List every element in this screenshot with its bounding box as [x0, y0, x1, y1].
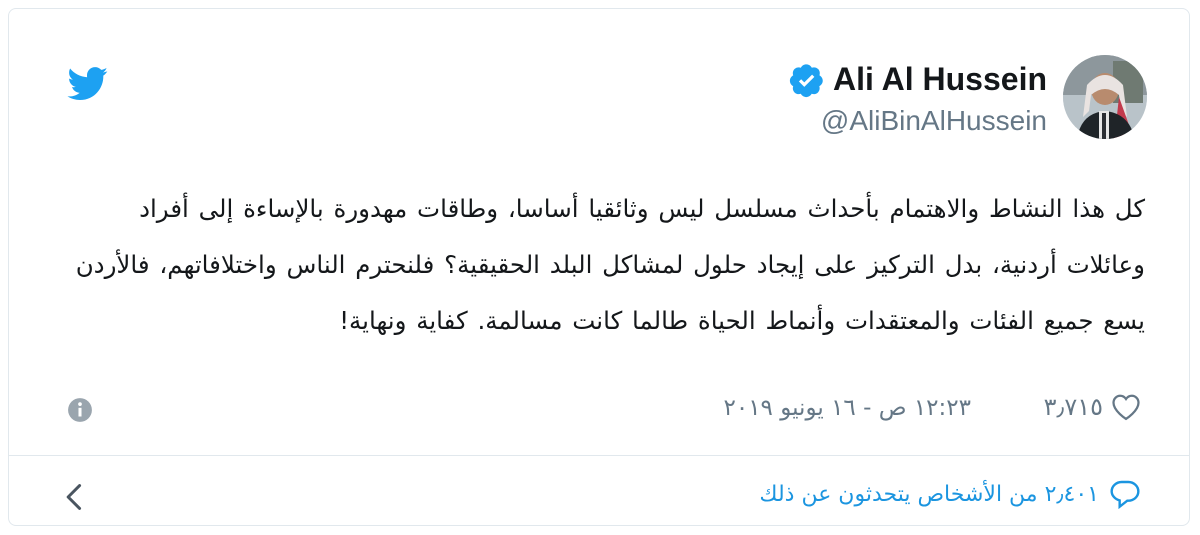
like-action[interactable]: ٣٫٧١٥ [1044, 393, 1141, 421]
author-name-row[interactable]: Ali Al Hussein [789, 61, 1047, 98]
comment-icon [1110, 480, 1140, 509]
divider [9, 455, 1189, 456]
conversation-count-text: ٢٫٤٠١ من الأشخاص يتحدثون عن ذلك [759, 481, 1099, 507]
like-count: ٣٫٧١٥ [1043, 393, 1103, 421]
avatar-image [1063, 55, 1147, 139]
chevron-left-icon[interactable] [61, 481, 89, 513]
avatar[interactable] [1063, 55, 1147, 139]
twitter-bird-icon[interactable] [67, 67, 109, 101]
tweet-text: كل هذا النشاط والاهتمام بأحداث مسلسل ليس… [75, 194, 1145, 335]
info-icon[interactable] [67, 397, 93, 423]
tweet-timestamp[interactable]: ١٢:٢٣ ص - ١٦ يونيو ٢٠١٩ [724, 395, 972, 421]
author-display-name[interactable]: Ali Al Hussein [833, 61, 1047, 98]
tweet-meta: ٣٫٧١٥ ١٢:٢٣ ص - ١٦ يونيو ٢٠١٩ [63, 393, 1141, 433]
tweet-embed-card: Ali Al Hussein @AliBinAlHussein كل هذا ا… [8, 8, 1190, 526]
conversation-link[interactable]: ٢٫٤٠١ من الأشخاص يتحدثون عن ذلك [759, 479, 1141, 509]
heart-icon [1112, 394, 1140, 421]
tweet-footer: ٢٫٤٠١ من الأشخاص يتحدثون عن ذلك [59, 479, 1141, 519]
author-handle[interactable]: @AliBinAlHussein [821, 105, 1047, 137]
verified-badge-icon [789, 63, 823, 97]
